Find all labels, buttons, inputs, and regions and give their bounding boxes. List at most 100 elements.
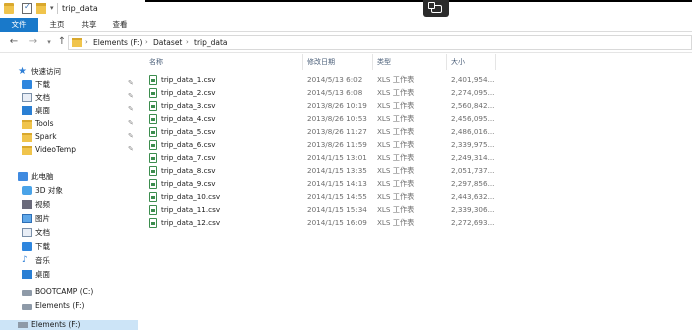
breadcrumb-item[interactable]: Dataset bbox=[153, 38, 182, 47]
file-type: XLS 工作表 bbox=[377, 127, 415, 136]
column-divider[interactable] bbox=[446, 54, 447, 70]
tab-view[interactable]: 查看 bbox=[107, 18, 133, 32]
nav-item-bootcamp[interactable]: BOOTCAMP (C:) bbox=[0, 286, 138, 299]
folder-icon bbox=[22, 146, 32, 155]
file-row[interactable]: trip_data_3.csv 2013/8/26 10:19 XLS 工作表 … bbox=[140, 100, 692, 112]
csv-file-icon bbox=[149, 218, 157, 228]
nav-item-downloads[interactable]: 下载 ✎ bbox=[0, 78, 138, 91]
file-name: trip_data_11.csv bbox=[161, 205, 221, 214]
pin-icon[interactable]: ✎ bbox=[128, 119, 134, 127]
nav-label: 此电脑 bbox=[31, 172, 54, 181]
nav-item-pictures[interactable]: 图片 bbox=[0, 212, 138, 225]
file-size: 2,339,975... bbox=[451, 140, 495, 149]
nav-item-documents-pc[interactable]: 文档 bbox=[0, 226, 138, 239]
file-row[interactable]: trip_data_6.csv 2013/8/26 11:59 XLS 工作表 … bbox=[140, 139, 692, 151]
file-name: trip_data_1.csv bbox=[161, 75, 216, 84]
nav-item-tools[interactable]: Tools ✎ bbox=[0, 118, 138, 131]
star-icon: ★ bbox=[18, 66, 27, 77]
document-icon bbox=[22, 93, 32, 102]
back-arrow-icon[interactable]: ← bbox=[8, 36, 20, 48]
properties-icon[interactable] bbox=[22, 2, 32, 14]
file-row[interactable]: trip_data_2.csv 2014/5/13 6:08 XLS 工作表 2… bbox=[140, 87, 692, 99]
breadcrumb[interactable]: › Elements (F:) › Dataset › trip_data bbox=[68, 35, 692, 50]
chevron-right-icon[interactable]: › bbox=[186, 38, 189, 46]
pin-icon[interactable]: ✎ bbox=[128, 79, 134, 87]
nav-label: 文档 bbox=[35, 93, 50, 102]
drive-icon bbox=[22, 290, 32, 296]
nav-quick-access[interactable]: ★ 快速访问 bbox=[0, 65, 138, 78]
pin-icon[interactable]: ✎ bbox=[128, 145, 134, 153]
column-type[interactable]: 类型 bbox=[377, 57, 391, 67]
csv-file-icon bbox=[149, 127, 157, 137]
column-divider[interactable] bbox=[372, 54, 373, 70]
pin-icon[interactable]: ✎ bbox=[128, 105, 134, 113]
file-size: 2,274,095... bbox=[451, 88, 495, 97]
file-row[interactable]: trip_data_1.csv 2014/5/13 6:02 XLS 工作表 2… bbox=[140, 74, 692, 86]
column-divider[interactable] bbox=[495, 54, 496, 70]
folder-icon bbox=[4, 3, 14, 14]
file-type: XLS 工作表 bbox=[377, 218, 415, 227]
nav-item-spark[interactable]: Spark ✎ bbox=[0, 131, 138, 144]
file-type: XLS 工作表 bbox=[377, 192, 415, 201]
nav-item-desktop[interactable]: 桌面 ✎ bbox=[0, 104, 138, 117]
navigation-pane: ★ 快速访问 下载 ✎ 文档 ✎ 桌面 ✎ Tools ✎ Spark ✎ Vi… bbox=[0, 54, 138, 330]
up-arrow-icon[interactable]: ↑ bbox=[56, 36, 68, 48]
file-size: 2,297,856... bbox=[451, 179, 495, 188]
forward-arrow-icon[interactable]: → bbox=[27, 36, 39, 48]
chevron-right-icon[interactable]: › bbox=[145, 38, 148, 46]
tab-share[interactable]: 共享 bbox=[76, 18, 102, 32]
nav-item-music[interactable]: ♪ 音乐 bbox=[0, 254, 138, 267]
snip-button[interactable] bbox=[423, 0, 449, 17]
breadcrumb-item[interactable]: Elements (F:) bbox=[93, 38, 142, 47]
title-separator bbox=[57, 3, 58, 14]
nav-this-pc[interactable]: 此电脑 bbox=[0, 170, 138, 183]
nav-item-desktop-pc[interactable]: 桌面 bbox=[0, 268, 138, 281]
breadcrumb-item[interactable]: trip_data bbox=[194, 38, 228, 47]
3d-objects-icon bbox=[22, 186, 32, 195]
video-icon bbox=[22, 200, 32, 209]
file-row[interactable]: trip_data_5.csv 2013/8/26 11:27 XLS 工作表 … bbox=[140, 126, 692, 138]
csv-file-icon bbox=[149, 179, 157, 189]
nav-item-documents[interactable]: 文档 ✎ bbox=[0, 91, 138, 104]
file-row[interactable]: trip_data_11.csv 2014/1/15 15:34 XLS 工作表… bbox=[140, 204, 692, 216]
file-name: trip_data_9.csv bbox=[161, 179, 216, 188]
tab-home[interactable]: 主页 bbox=[44, 18, 70, 32]
file-name: trip_data_6.csv bbox=[161, 140, 216, 149]
csv-file-icon bbox=[149, 114, 157, 124]
file-row[interactable]: trip_data_4.csv 2013/8/26 10:53 XLS 工作表 … bbox=[140, 113, 692, 125]
new-folder-icon[interactable] bbox=[36, 3, 46, 14]
chevron-right-icon[interactable]: › bbox=[85, 38, 88, 46]
pin-icon[interactable]: ✎ bbox=[128, 132, 134, 140]
nav-label: 3D 对象 bbox=[35, 186, 63, 195]
column-size[interactable]: 大小 bbox=[451, 57, 465, 67]
nav-label: 文档 bbox=[35, 228, 50, 237]
file-row[interactable]: trip_data_12.csv 2014/1/15 16:09 XLS 工作表… bbox=[140, 217, 692, 229]
nav-item-3d-objects[interactable]: 3D 对象 bbox=[0, 184, 138, 197]
file-date: 2013/8/26 10:53 bbox=[307, 114, 367, 123]
column-date[interactable]: 修改日期 bbox=[307, 57, 335, 67]
file-name: trip_data_8.csv bbox=[161, 166, 216, 175]
nav-label: Tools bbox=[35, 119, 54, 128]
file-size: 2,560,842... bbox=[451, 101, 495, 110]
file-row[interactable]: trip_data_8.csv 2014/1/15 13:35 XLS 工作表 … bbox=[140, 165, 692, 177]
pin-icon[interactable]: ✎ bbox=[128, 92, 134, 100]
nav-item-videos[interactable]: 视频 bbox=[0, 198, 138, 211]
file-type: XLS 工作表 bbox=[377, 179, 415, 188]
nav-item-downloads-pc[interactable]: 下载 bbox=[0, 240, 138, 253]
nav-item-elements[interactable]: Elements (F:) bbox=[0, 300, 138, 313]
file-row[interactable]: trip_data_9.csv 2014/1/15 14:13 XLS 工作表 … bbox=[140, 178, 692, 190]
file-row[interactable]: trip_data_7.csv 2014/1/15 13:01 XLS 工作表 … bbox=[140, 152, 692, 164]
tab-file[interactable]: 文件 bbox=[0, 18, 38, 32]
recent-locations-icon[interactable]: ▾ bbox=[43, 36, 55, 48]
top-band bbox=[145, 0, 692, 2]
file-row[interactable]: trip_data_10.csv 2014/1/15 14:55 XLS 工作表… bbox=[140, 191, 692, 203]
column-name[interactable]: 名称 bbox=[149, 57, 163, 67]
file-list: 名称 修改日期 类型 大小 trip_data_1.csv 2014/5/13 … bbox=[140, 54, 692, 330]
nav-item-videotemp[interactable]: VideoTemp ✎ bbox=[0, 144, 138, 157]
nav-item-elements-drive[interactable]: Elements (F:) bbox=[0, 320, 138, 330]
snip-icon bbox=[427, 1, 442, 13]
customize-toolbar-icon[interactable]: ▾ bbox=[50, 4, 54, 12]
csv-file-icon bbox=[149, 75, 157, 85]
nav-label: VideoTemp bbox=[35, 145, 77, 154]
column-divider[interactable] bbox=[302, 54, 303, 70]
